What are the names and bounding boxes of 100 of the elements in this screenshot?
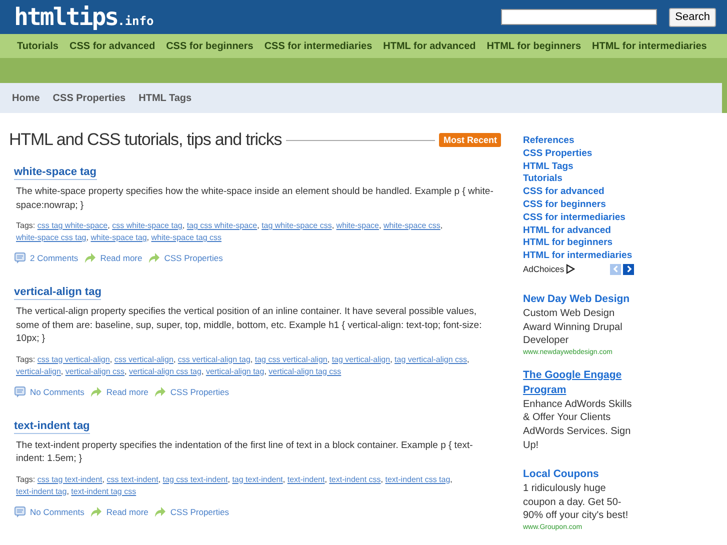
tag-separator: ,	[110, 354, 112, 364]
tag-separator: ,	[173, 354, 176, 364]
tag-separator: ,	[450, 474, 452, 484]
tag-separator: ,	[440, 221, 443, 230]
tags-label: Tags:	[16, 474, 36, 484]
ad-title-link[interactable]: The Google Engage Program	[523, 368, 643, 398]
tag-link[interactable]: vertical-align css	[65, 366, 125, 376]
tag-link[interactable]: css white-space tag	[112, 221, 182, 230]
sidebar-link[interactable]: CSS Properties	[523, 148, 592, 161]
next-button[interactable]	[623, 264, 634, 275]
adchoices-label[interactable]: AdChoices	[523, 264, 564, 274]
tag-separator: ,	[257, 221, 260, 230]
tag-link[interactable]: text-indent css	[329, 474, 381, 484]
tag-link[interactable]: css vertical-align tag	[178, 354, 250, 364]
tag-separator: ,	[124, 366, 127, 376]
tag-link[interactable]: tag css white-space	[186, 221, 258, 230]
curved-arrow-icon	[148, 252, 160, 264]
tag-separator: ,	[264, 366, 266, 376]
ad-title-link[interactable]: New Day Web Design	[523, 292, 630, 307]
tag-link[interactable]: css tag text-indent	[37, 474, 102, 484]
tag-link[interactable]: tag white-space css	[262, 221, 332, 230]
curved-arrow-icon	[90, 506, 102, 518]
nav-link[interactable]: CSS for beginners	[166, 40, 254, 52]
category-link[interactable]: CSS Properties	[170, 386, 229, 396]
tag-separator: ,	[324, 474, 327, 484]
tag-separator: ,	[228, 474, 230, 484]
tag-link[interactable]: text-indent tag css	[71, 486, 136, 496]
nav-link[interactable]: HTML for advanced	[383, 40, 476, 52]
sidebar-link[interactable]: HTML for advanced	[523, 224, 611, 238]
tag-link[interactable]: css tag white-space	[37, 221, 108, 230]
nav-link[interactable]: CSS for intermediaries	[264, 40, 372, 52]
tag-link[interactable]: tag vertical-align	[332, 354, 390, 364]
secondary-nav-link[interactable]: CSS Properties	[52, 92, 126, 104]
tag-link[interactable]: text-indent tag	[16, 486, 67, 496]
comments-link[interactable]: No Comments	[30, 386, 84, 396]
post-excerpt: The vertical-align property specifies the vertical position of an inline container. It have several possible values, some of them are: baseline, sup, super, top, middle, bottom, etc. Example h1 { vertical-align: text-top; font-size: 10px; }	[16, 305, 483, 346]
tag-separator: ,	[102, 474, 105, 484]
tag-separator: ,	[182, 221, 185, 230]
read-more-link[interactable]: Read more	[106, 506, 148, 516]
tag-link[interactable]: text-indent css tag	[385, 474, 450, 484]
tag-separator: ,	[60, 366, 64, 376]
tag-link[interactable]: vertical-align tag	[206, 366, 264, 376]
play-triangle-icon	[566, 264, 576, 274]
read-more-link[interactable]: Read more	[106, 386, 148, 396]
search-button[interactable]: Search	[669, 8, 716, 26]
site-logo[interactable]: htmltips.info	[14, 3, 154, 31]
tag-link[interactable]: white-space	[336, 221, 379, 230]
post-title-link[interactable]: vertical-align tag	[14, 286, 102, 300]
sidebar-link[interactable]: HTML for intermediaries	[523, 250, 632, 263]
tag-link[interactable]: white-space tag css	[151, 233, 222, 242]
tag-link[interactable]: vertical-align	[16, 366, 61, 376]
tag-separator: ,	[108, 221, 110, 230]
speech-bubble-icon	[14, 386, 26, 398]
sidebar-link[interactable]: References	[523, 135, 574, 148]
sidebar-link[interactable]: HTML Tags	[523, 160, 574, 174]
category-link[interactable]: CSS Properties	[164, 253, 223, 263]
sidebar-link[interactable]: CSS for intermediaries	[523, 212, 626, 225]
read-more-link[interactable]: Read more	[100, 253, 142, 263]
tag-link[interactable]: tag css text-indent	[162, 474, 228, 484]
tags-label: Tags:	[16, 354, 36, 364]
tag-link[interactable]: white-space tag	[90, 233, 147, 242]
sidebar-link[interactable]: CSS for advanced	[523, 186, 604, 199]
secondary-nav-link[interactable]: Home	[12, 92, 40, 104]
nav-link[interactable]: HTML for intermediaries	[592, 40, 707, 52]
sidebar-link[interactable]: CSS for beginners	[523, 198, 606, 212]
ad-text: Custom Web Design Award Winning Drupal Developer	[523, 306, 624, 348]
sidebar-link[interactable]: Tutorials	[523, 173, 562, 186]
tags-label: Tags:	[16, 221, 36, 230]
tag-link[interactable]: text-indent	[287, 474, 325, 484]
tag-separator: ,	[66, 486, 69, 496]
tag-separator: ,	[146, 233, 149, 242]
comments-link[interactable]: No Comments	[30, 506, 84, 516]
ad-title-link[interactable]: Local Coupons	[523, 467, 599, 482]
tag-link[interactable]: tag css vertical-align	[254, 354, 328, 364]
search-field[interactable]	[501, 9, 658, 25]
tag-separator: ,	[327, 354, 330, 364]
sidebar-link[interactable]: HTML for beginners	[523, 237, 613, 250]
tag-link[interactable]: vertical-align tag css	[268, 366, 342, 376]
curved-arrow-icon	[154, 506, 166, 518]
tag-link[interactable]: css tag vertical-align	[37, 354, 110, 364]
tag-link[interactable]: white-space css	[383, 221, 440, 230]
nav-link[interactable]: CSS for advanced	[69, 40, 156, 52]
tag-separator: ,	[378, 221, 382, 230]
tag-link[interactable]: white-space css tag	[16, 233, 86, 242]
comments-link[interactable]: 2 Comments	[30, 253, 78, 263]
nav-link[interactable]: HTML for beginners	[486, 40, 582, 52]
tag-separator: ,	[201, 366, 204, 376]
secondary-nav-link[interactable]: HTML Tags	[138, 92, 192, 104]
nav-link[interactable]: Tutorials	[17, 40, 58, 52]
tag-link[interactable]: tag text-indent	[232, 474, 283, 484]
tag-link[interactable]: vertical-align css tag	[128, 366, 202, 376]
post-title-link[interactable]: text-indent tag	[14, 420, 90, 434]
curved-arrow-icon	[84, 252, 96, 264]
tag-link[interactable]: css vertical-align	[114, 354, 174, 364]
tag-separator: ,	[467, 354, 470, 364]
post-title-link[interactable]: white-space tag	[14, 166, 97, 180]
tag-separator: ,	[380, 474, 383, 484]
category-link[interactable]: CSS Properties	[170, 506, 229, 516]
tag-link[interactable]: css text-indent	[106, 474, 158, 484]
tag-link[interactable]: tag vertical-align css	[394, 354, 468, 364]
